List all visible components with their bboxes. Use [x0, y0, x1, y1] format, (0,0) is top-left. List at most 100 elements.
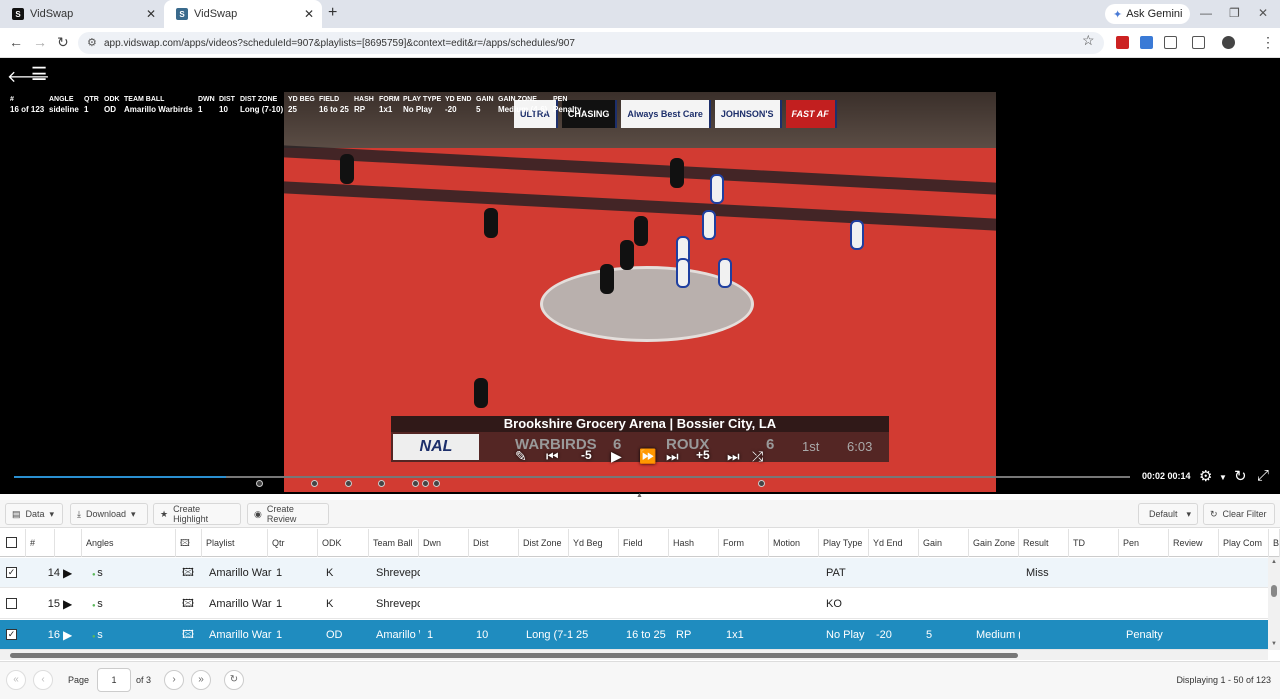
column-header[interactable]: Hash — [669, 529, 719, 557]
column-header[interactable] — [55, 529, 82, 557]
refresh-icon[interactable]: ↻ — [224, 670, 244, 690]
next-clip-icon[interactable]: ⏭ — [727, 448, 740, 465]
reload-icon[interactable]: ↻ — [57, 34, 69, 51]
shuffle-icon[interactable]: ⤮ — [752, 448, 763, 465]
forward-icon[interactable]: → — [33, 34, 47, 50]
bookmark-star-icon[interactable]: ☆ — [1082, 32, 1095, 49]
draw-tool-icon[interactable]: ✎ — [515, 448, 527, 465]
resize-handle-icon[interactable]: ▲ — [636, 492, 643, 499]
progress-bar[interactable] — [14, 476, 1130, 478]
scroll-down-icon[interactable]: ▼ — [1271, 641, 1277, 647]
video-player[interactable]: ULTRA CHASING Always Best Care JOHNSON'S… — [0, 58, 1280, 494]
minimize-icon[interactable]: — — [1200, 6, 1212, 20]
create-review-button[interactable]: ◉ Create Review — [247, 503, 329, 525]
fullscreen-icon[interactable]: ⤢ — [1257, 467, 1269, 484]
column-header[interactable]: Play Type — [819, 529, 869, 557]
thumbnail-icon[interactable]: 🖾 — [182, 558, 194, 588]
column-header-image[interactable]: 🖾 — [176, 529, 202, 557]
profile-avatar[interactable] — [1222, 36, 1235, 49]
extensions-puzzle-icon[interactable] — [1164, 36, 1177, 49]
close-window-icon[interactable]: ✕ — [1258, 6, 1268, 20]
ask-gemini-button[interactable]: ✦ Ask Gemini — [1105, 4, 1191, 24]
settings-gear-icon[interactable]: ⚙ — [1199, 467, 1212, 485]
restore-icon[interactable]: ❐ — [1229, 6, 1240, 20]
frame-step-icon[interactable]: ⏭ — [666, 448, 679, 465]
data-menu-button[interactable]: ▤ Data ▾ — [5, 503, 63, 525]
play-row-icon[interactable]: ▶ — [63, 558, 72, 588]
first-page-icon[interactable]: « — [6, 670, 26, 690]
play-row-icon[interactable]: ▶ — [63, 620, 72, 650]
column-header[interactable]: Play Com — [1219, 529, 1269, 557]
thumbnail-icon[interactable]: 🖾 — [182, 589, 194, 619]
prev-page-icon[interactable]: ‹ — [33, 670, 53, 690]
thumbnail-icon[interactable]: 🖾 — [182, 620, 194, 650]
column-header[interactable]: Gain Zone — [969, 529, 1019, 557]
chevron-down-icon[interactable]: ▼ — [1219, 473, 1227, 482]
table-row[interactable]: ▶ ● s 🖾 15 Amarillo War 1 K Shrevepc KO — [0, 589, 1268, 619]
row-checkbox[interactable]: ✓ — [6, 629, 17, 640]
fast-forward-icon[interactable]: ⏩ — [639, 448, 656, 465]
horizontal-scrollbar[interactable] — [0, 650, 1268, 660]
column-header[interactable]: TD — [1069, 529, 1119, 557]
table-row[interactable]: ✓ ▶ ● s 🖾 16 Amarillo War 1 OD Amarillo \ 1 10 Long… — [0, 620, 1268, 650]
browser-tab-2[interactable]: S VidSwap ✕ — [164, 0, 322, 28]
clip-marker[interactable] — [412, 480, 419, 487]
table-row[interactable]: ✓ ▶ ● s 🖾 14 Amarillo War 1 K Shrevepc PAT Miss — [0, 558, 1268, 588]
next-page-icon[interactable]: › — [164, 670, 184, 690]
close-tab-icon[interactable]: ✕ — [304, 7, 314, 21]
last-page-icon[interactable]: » — [191, 670, 211, 690]
close-tab-icon[interactable]: ✕ — [146, 7, 156, 21]
clip-marker[interactable] — [422, 480, 429, 487]
chrome-menu-icon[interactable]: ⋮ — [1261, 34, 1275, 51]
column-header[interactable]: Yd End — [869, 529, 919, 557]
clip-marker[interactable] — [345, 480, 352, 487]
column-header[interactable]: Yd Beg — [569, 529, 619, 557]
column-header[interactable]: Qtr — [268, 529, 318, 557]
column-header[interactable]: Review — [1169, 529, 1219, 557]
select-all-cell[interactable] — [0, 529, 26, 557]
column-header[interactable]: Field — [619, 529, 669, 557]
column-header[interactable]: Dist — [469, 529, 519, 557]
page-input[interactable]: 1 — [97, 668, 131, 692]
loop-icon[interactable]: ↻ — [1234, 467, 1247, 485]
column-header[interactable]: Dwn — [419, 529, 469, 557]
column-header[interactable]: Angles — [82, 529, 176, 557]
back-icon[interactable]: ← — [9, 34, 23, 50]
create-highlight-button[interactable]: ★ Create Highlight — [153, 503, 241, 525]
column-header[interactable]: Team Ball — [369, 529, 419, 557]
play-row-icon[interactable]: ▶ — [63, 589, 72, 619]
browser-tab-1[interactable]: S VidSwap ✕ — [0, 0, 164, 28]
row-checkbox[interactable]: ✓ — [6, 567, 17, 578]
skip-forward-button[interactable]: +5 — [696, 448, 710, 462]
view-select[interactable]: Default ▾ — [1138, 503, 1198, 525]
column-header[interactable]: Dist Zone — [519, 529, 569, 557]
column-header[interactable]: ODK — [318, 529, 369, 557]
column-header[interactable]: Motion — [769, 529, 819, 557]
column-header[interactable]: # — [26, 529, 55, 557]
column-header[interactable]: B — [1269, 529, 1280, 557]
skip-back-button[interactable]: -5 — [581, 448, 592, 462]
select-all-checkbox[interactable] — [6, 537, 17, 548]
extension-icon[interactable] — [1140, 36, 1153, 49]
download-menu-button[interactable]: ⤓ Download ▾ — [70, 503, 148, 525]
scroll-up-icon[interactable]: ▲ — [1271, 559, 1277, 565]
clear-filter-button[interactable]: ↻ Clear Filter — [1203, 503, 1275, 525]
scroll-thumb[interactable] — [1271, 585, 1277, 597]
clip-marker[interactable] — [378, 480, 385, 487]
row-checkbox[interactable] — [6, 598, 17, 609]
tab-search-icon[interactable] — [1192, 36, 1205, 49]
site-info-icon[interactable]: ⚙ — [87, 36, 97, 49]
pdf-extension-icon[interactable] — [1116, 36, 1129, 49]
vertical-scrollbar[interactable]: ▲ ▼ — [1268, 557, 1280, 650]
clip-marker[interactable] — [758, 480, 765, 487]
clip-marker[interactable] — [256, 480, 263, 487]
column-header[interactable]: Pen — [1119, 529, 1169, 557]
previous-clip-icon[interactable]: ⏮ — [546, 448, 559, 465]
column-header[interactable]: Form — [719, 529, 769, 557]
clip-marker[interactable] — [433, 480, 440, 487]
clip-marker[interactable] — [311, 480, 318, 487]
column-header[interactable]: Gain — [919, 529, 969, 557]
url-field[interactable]: ⚙ app.vidswap.com/apps/videos?scheduleId… — [78, 32, 1104, 54]
new-tab-icon[interactable]: + — [328, 4, 337, 22]
scroll-thumb[interactable] — [10, 653, 1018, 658]
